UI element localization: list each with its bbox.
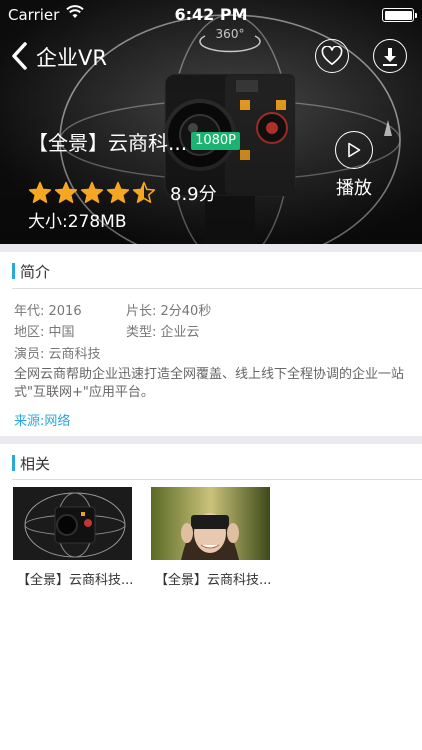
download-icon xyxy=(383,48,397,66)
video-title: 【全景】云商科... xyxy=(28,130,188,155)
nav-bar: 企业VR xyxy=(0,30,422,82)
section-accent-bar xyxy=(12,263,15,279)
related-header: 相关 xyxy=(12,453,50,473)
hero-title-row: 【全景】云商科... 1080P xyxy=(28,127,241,155)
meta-genre: 类型: 企业云 xyxy=(126,325,200,340)
camera-thumbnail-image xyxy=(13,487,132,560)
meta-duration: 片长: 2分40秒 xyxy=(126,304,212,319)
play-label[interactable]: 播放 xyxy=(336,174,372,200)
meta-region: 地区: 中国 xyxy=(14,325,75,340)
section-divider xyxy=(0,436,422,444)
related-thumbnail-vr-headset[interactable] xyxy=(151,487,270,560)
rating-row: 8.9分 xyxy=(28,179,217,207)
star-full-icon xyxy=(54,181,78,203)
nav-title: 企业VR xyxy=(36,46,107,70)
related-thumbnail-camera[interactable] xyxy=(13,487,132,560)
related-caption[interactable]: 【全景】云商科技... xyxy=(155,569,271,588)
section-accent-bar xyxy=(12,455,15,471)
star-full-icon xyxy=(80,181,104,203)
download-button[interactable] xyxy=(373,39,407,73)
play-icon xyxy=(348,142,361,158)
related-divider xyxy=(12,479,422,480)
heart-icon xyxy=(321,46,343,65)
intro-header: 简介 xyxy=(12,261,50,281)
status-bar: Carrier 6:42 PM xyxy=(0,0,422,28)
intro-description: 全网云商帮助企业迅速打造全网覆盖、线上线下全程协调的企业一站式"互联网+"应用平… xyxy=(14,367,405,400)
battery-icon xyxy=(382,8,417,22)
star-half-icon xyxy=(132,181,156,203)
related-heading: 相关 xyxy=(20,454,51,473)
play-button[interactable] xyxy=(335,131,373,169)
meta-cast: 演员: 云商科技 xyxy=(14,347,101,362)
intro-heading: 简介 xyxy=(20,262,51,281)
clock-time: 6:42 PM xyxy=(174,5,248,24)
star-full-icon xyxy=(28,181,52,203)
rating-score: 8.9分 xyxy=(170,184,217,205)
meta-year: 年代: 2016 xyxy=(14,304,82,319)
file-size: 大小:278MB xyxy=(28,212,127,232)
star-full-icon xyxy=(106,181,130,203)
vr-woman-thumbnail-image xyxy=(151,487,270,560)
rating-stars xyxy=(28,181,156,205)
back-chevron-icon[interactable] xyxy=(8,40,32,72)
hero-banner: 360° Carrier 6:42 PM 企业VR xyxy=(0,0,422,244)
intro-divider xyxy=(12,288,422,289)
source-link[interactable]: 来源:网络 xyxy=(14,410,70,429)
section-divider xyxy=(0,244,422,252)
related-caption[interactable]: 【全景】云商科技... xyxy=(17,569,133,588)
favorite-button[interactable] xyxy=(315,39,349,73)
quality-badge: 1080P xyxy=(191,132,241,150)
